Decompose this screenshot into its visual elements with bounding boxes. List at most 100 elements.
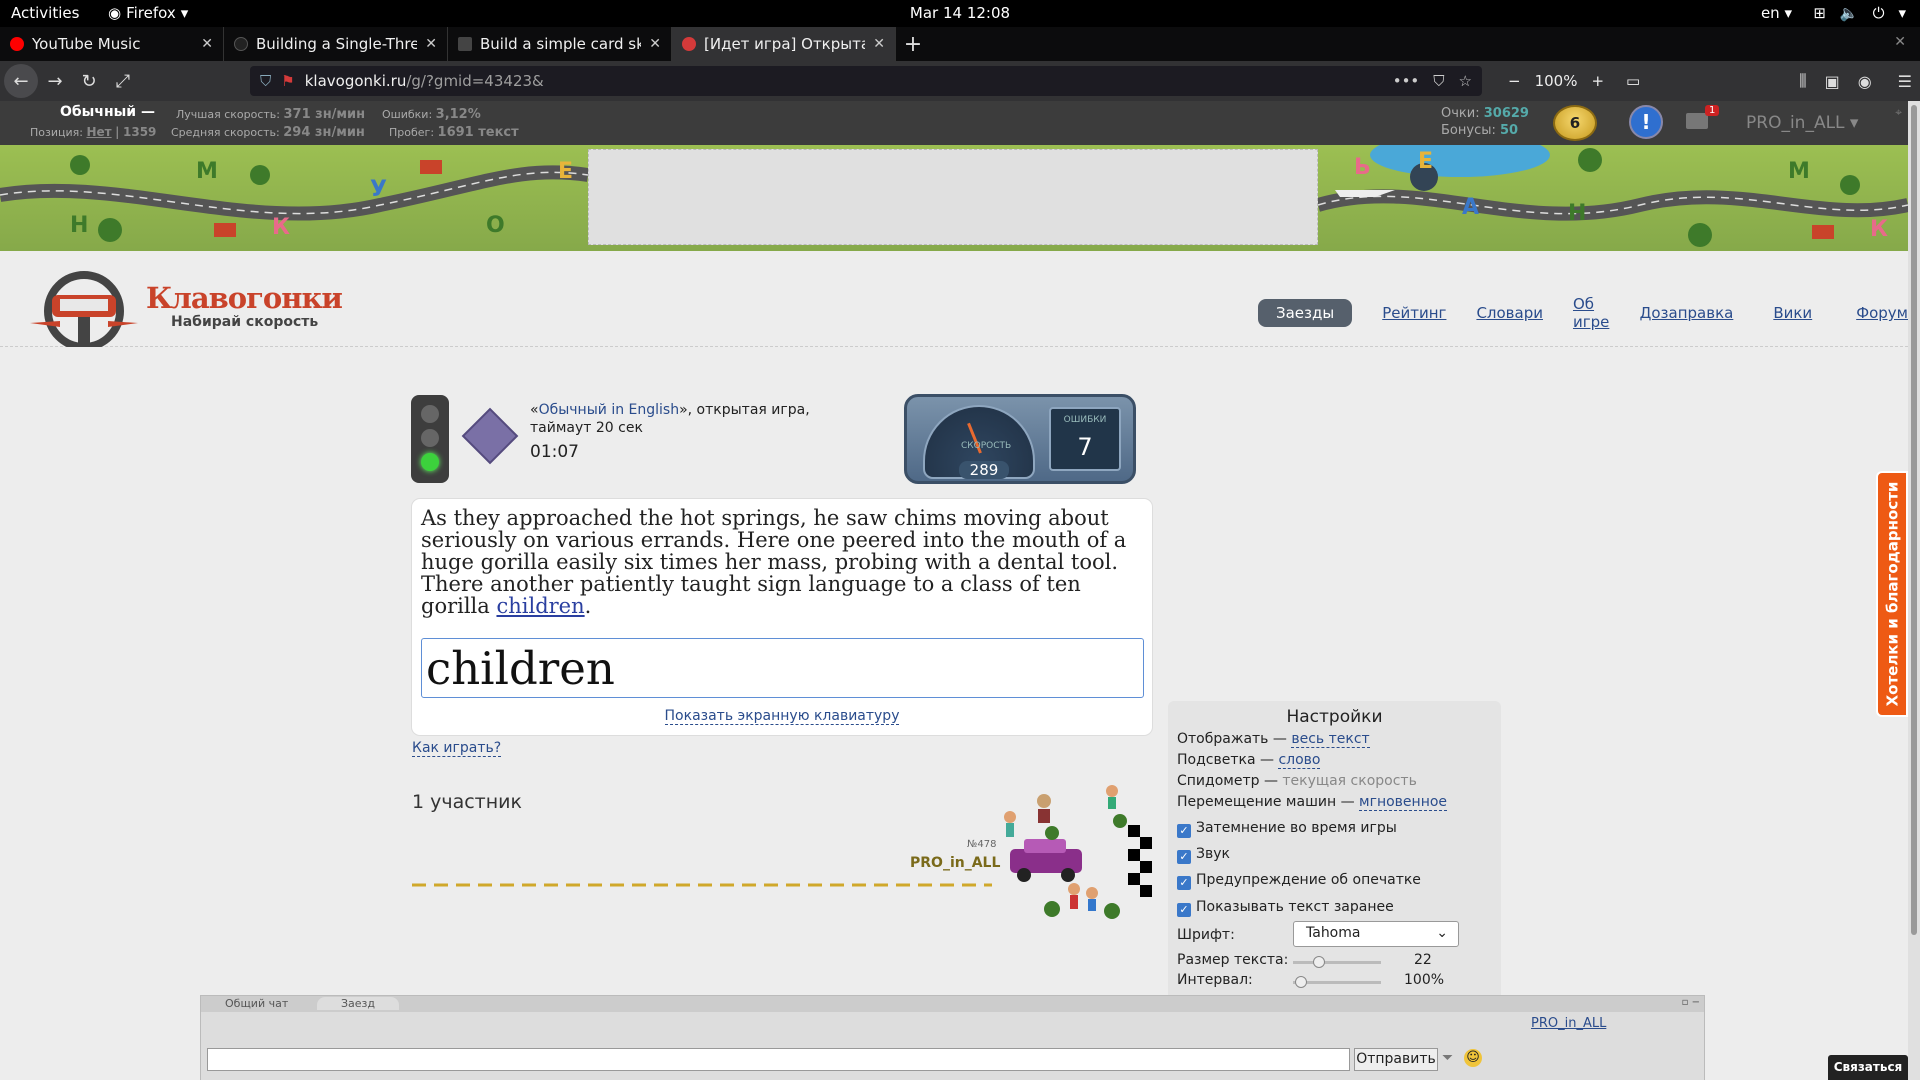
arrow-right-icon: →	[47, 70, 63, 92]
position-value[interactable]: Нет	[86, 125, 111, 139]
mileage-value: 1691 текст	[437, 125, 519, 140]
close-icon[interactable]: ✕	[425, 36, 437, 52]
bookmark-star-icon[interactable]: ☆	[1459, 72, 1472, 90]
slider-knob[interactable]	[1313, 956, 1325, 968]
setting-highlight-value[interactable]: слово	[1278, 752, 1321, 769]
steering-wheel-logo[interactable]	[30, 265, 138, 347]
nav-refuel[interactable]: Дозаправка	[1640, 304, 1734, 322]
avg-speed-label: Средняя скорость:	[171, 126, 280, 139]
forward-button[interactable]: →	[38, 64, 72, 98]
chat-user-link[interactable]: PRO_in_ALL	[1531, 1016, 1606, 1031]
scrollbar-thumb[interactable]	[1911, 105, 1917, 935]
nav-wiki[interactable]: Вики	[1773, 304, 1812, 322]
tab-title: YouTube Music	[32, 35, 141, 53]
site-lock-icon[interactable]: ⚑	[281, 72, 294, 90]
setting-interval-label: Интервал:	[1177, 972, 1253, 988]
close-icon[interactable]: ✕	[873, 36, 885, 52]
setting-dim[interactable]: ✓ Затемнение во время игры	[1177, 820, 1397, 838]
page-scrollbar[interactable]	[1908, 101, 1920, 1080]
zoom-out-button[interactable]: −	[1508, 72, 1521, 90]
user-menu[interactable]: PRO_in_ALL ▾	[1746, 113, 1858, 133]
tab-youtube-music[interactable]: YouTube Music ✕	[0, 27, 224, 61]
user-stats-bar: Обычный — Позиция: Нет | 1359 Лучшая ско…	[0, 101, 1908, 145]
traffic-lamp-yellow	[421, 429, 439, 447]
contact-button[interactable]: Связаться	[1828, 1055, 1908, 1080]
nav-dictionaries[interactable]: Словари	[1476, 304, 1543, 322]
interval-slider[interactable]	[1293, 976, 1381, 988]
hamburger-menu-icon[interactable]: ☰	[1898, 72, 1912, 91]
logo-subtitle: Набирай скорость	[171, 314, 319, 330]
setting-sound[interactable]: ✓ Звук	[1177, 846, 1230, 864]
banner-letter: Е	[1418, 149, 1434, 174]
setting-preview[interactable]: ✓ Показывать текст заранее	[1177, 899, 1394, 917]
typing-input[interactable]	[421, 638, 1144, 698]
new-tab-button[interactable]: +	[896, 27, 930, 61]
chat-tab-general[interactable]: Общий чат	[201, 997, 312, 1010]
library-icon[interactable]: ⫼	[1799, 71, 1806, 91]
system-tray[interactable]: ⊞ 🔈 ⏻ ▾	[1813, 4, 1906, 22]
setting-typo-warning[interactable]: ✓ Предупреждение об опечатке	[1177, 872, 1421, 890]
close-icon[interactable]: ✕	[649, 36, 661, 52]
checkbox-checked[interactable]: ✓	[1177, 850, 1191, 864]
setting-movement-value[interactable]: мгновенное	[1359, 794, 1448, 811]
chevron-down-icon: ▾	[180, 4, 189, 22]
pin-icon[interactable]: ⌖	[1895, 105, 1902, 120]
show-keyboard-label[interactable]: Показать экранную клавиатуру	[664, 708, 900, 725]
how-to-play-link[interactable]: Как играть?	[412, 740, 502, 757]
nav-forum[interactable]: Форум	[1856, 304, 1908, 322]
zoom-level[interactable]: 100%	[1535, 72, 1578, 90]
toolbar-right: ⫼ ▣ ◉ ☰	[1799, 66, 1912, 96]
sidebar-icon[interactable]: ▣	[1825, 72, 1840, 91]
setting-speedometer-value[interactable]: текущая скорость	[1282, 773, 1416, 789]
nav-rating[interactable]: Рейтинг	[1382, 304, 1446, 322]
smiley-icon[interactable]: ☺	[1464, 1049, 1482, 1067]
more-actions-icon[interactable]: •••	[1393, 72, 1420, 90]
checkbox-checked[interactable]: ✓	[1177, 824, 1191, 838]
checkbox-checked[interactable]: ✓	[1177, 903, 1191, 917]
logo-title[interactable]: Клавогонки	[146, 281, 343, 315]
pocket-icon[interactable]: ⛉	[1433, 72, 1444, 90]
close-window-icon[interactable]: ✕	[1894, 34, 1906, 50]
folder-icon[interactable]: ▭	[1626, 72, 1640, 90]
traffic-lamp-red	[421, 405, 439, 423]
reload-button[interactable]: ↻	[72, 64, 106, 98]
chat-window-buttons[interactable]: ▫ −	[1682, 997, 1700, 1008]
chat-input[interactable]	[207, 1048, 1350, 1071]
fullscreen-button[interactable]: ⤢	[106, 64, 140, 98]
show-keyboard-link: Показать экранную клавиатуру	[412, 708, 1152, 725]
url-bar[interactable]: ⛉ ⚑ klavogonki.ru/g/?gmid=43423& ••• ⛉ ☆	[250, 66, 1482, 96]
app-menu[interactable]: ◉ Firefox ▾	[108, 4, 188, 22]
zoom-in-button[interactable]: +	[1591, 72, 1604, 90]
chat-tab-race[interactable]: Заезд	[317, 997, 400, 1010]
account-icon[interactable]: ◉	[1858, 72, 1872, 91]
tab-klavogonki-game[interactable]: [Идет игра] Открытая и ✕	[672, 27, 896, 61]
best-speed-value: 371 зн/мин	[283, 107, 366, 122]
info-icon[interactable]: !	[1629, 105, 1663, 139]
player-name[interactable]: PRO_in_ALL	[910, 855, 1000, 871]
feedback-label: Хотелки и благодарности	[1883, 481, 1901, 707]
close-icon[interactable]: ✕	[201, 36, 213, 52]
setting-display-value[interactable]: весь текст	[1291, 731, 1370, 748]
level-badge[interactable]: 6	[1553, 105, 1597, 141]
clock[interactable]: Mar 14 12:08	[910, 4, 1010, 22]
tab-build-card-skeleton[interactable]: Build a simple card skelet ✕	[448, 27, 672, 61]
tab-building-single-thread[interactable]: Building a Single-Thread ✕	[224, 27, 448, 61]
language-indicator[interactable]: en ▾	[1761, 4, 1792, 22]
font-select[interactable]: Tahoma ⌄	[1293, 921, 1459, 947]
nav-about[interactable]: Об игре	[1573, 295, 1610, 331]
filter-icon[interactable]: ⏷	[1442, 1050, 1453, 1066]
send-button[interactable]: Отправить	[1354, 1048, 1438, 1071]
mail-icon[interactable]	[1686, 113, 1708, 129]
slider-knob[interactable]	[1295, 976, 1307, 988]
banner-letter: Е	[558, 159, 574, 184]
feedback-tab[interactable]: Хотелки и благодарности	[1876, 471, 1908, 717]
shield-icon[interactable]: ⛉	[260, 72, 271, 90]
game-mode-link[interactable]: Обычный in English	[539, 402, 680, 418]
reload-icon: ↻	[81, 70, 97, 92]
back-button[interactable]: ←	[4, 64, 38, 98]
size-slider[interactable]	[1293, 956, 1381, 968]
nav-races[interactable]: Заезды	[1258, 299, 1353, 327]
activities-button[interactable]: Activities	[11, 4, 79, 22]
checkbox-checked[interactable]: ✓	[1177, 876, 1191, 890]
passage-rest: .	[584, 594, 592, 618]
